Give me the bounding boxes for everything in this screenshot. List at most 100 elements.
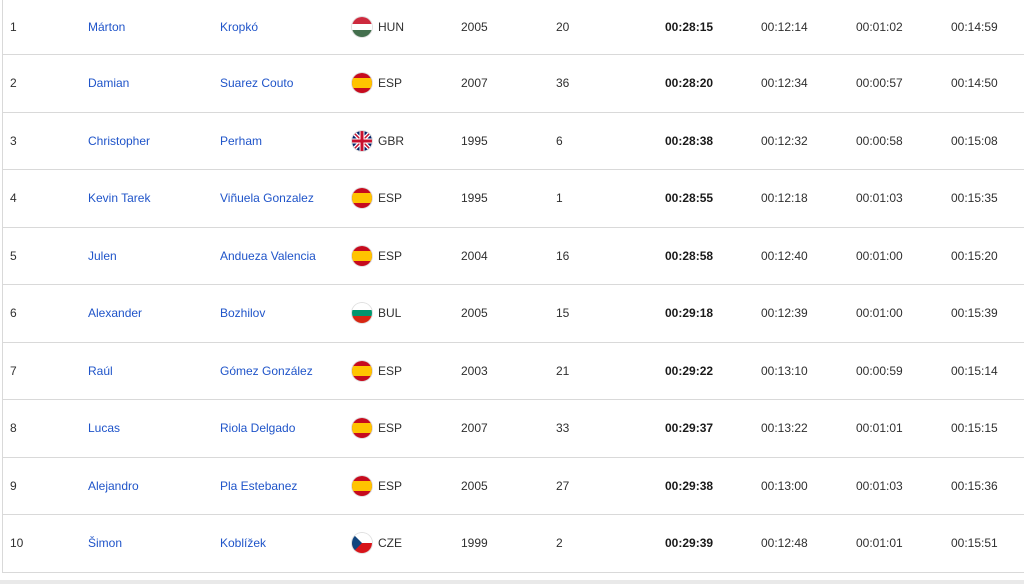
first-name-link[interactable]: Márton	[88, 20, 125, 34]
split-2: 00:01:02	[856, 20, 903, 34]
first-name-link[interactable]: Damian	[88, 76, 129, 90]
split-1: 00:12:18	[761, 191, 808, 206]
first-name-link[interactable]: Christopher	[88, 134, 150, 148]
birth-year: 2005	[461, 20, 488, 34]
split-2: 00:00:58	[856, 133, 903, 148]
last-name-link[interactable]: Riola Delgado	[220, 421, 295, 435]
bib-number: 16	[556, 248, 570, 263]
rank-cell: 2	[10, 76, 17, 91]
first-name-link[interactable]: Kevin Tarek	[88, 191, 150, 205]
birth-year: 2003	[461, 363, 488, 378]
country-code: HUN	[378, 20, 404, 34]
birth-year: 2005	[461, 306, 488, 321]
split-1: 00:12:34	[761, 76, 808, 91]
bib-number: 27	[556, 478, 570, 493]
split-3: 00:14:50	[951, 76, 998, 91]
first-name-link[interactable]: Raúl	[88, 364, 113, 378]
rank-cell: 5	[10, 248, 17, 263]
total-time: 00:29:39	[665, 536, 714, 551]
esp-flag-icon	[352, 73, 372, 94]
split-3: 00:15:20	[951, 248, 998, 263]
table-row: 9 Alejandro Pla Estebanez ESP 2005 27 00…	[3, 458, 1024, 515]
last-name-link[interactable]: Kropkó	[220, 20, 258, 34]
first-name-link[interactable]: Lucas	[88, 421, 120, 435]
last-name-link[interactable]: Bozhilov	[220, 306, 265, 320]
first-name-link[interactable]: Šimon	[88, 536, 122, 550]
country-code: ESP	[378, 76, 403, 91]
table-row: 5 Julen Andueza Valencia ESP 2004 16 00:…	[3, 228, 1024, 285]
birth-year: 1995	[461, 133, 488, 148]
country-code: ESP	[378, 478, 403, 493]
split-1: 00:13:10	[761, 363, 808, 378]
rank-cell: 6	[10, 306, 17, 321]
table-row: 2 Damian Suarez Couto ESP 2007 36 00:28:…	[3, 55, 1024, 113]
split-1: 00:12:32	[761, 133, 808, 148]
last-name-link[interactable]: Suarez Couto	[220, 76, 293, 90]
split-3: 00:14:59	[951, 20, 998, 34]
total-time: 00:28:55	[665, 191, 714, 206]
first-name-link[interactable]: Alejandro	[88, 479, 139, 493]
table-row: 1 Márton Kropkó HUN 2005 20 00:28:15 00:…	[3, 0, 1024, 55]
first-name-link[interactable]: Julen	[88, 249, 117, 263]
table-row: 10 Šimon Koblížek CZE 1999 2 00:29:39 00…	[3, 515, 1024, 573]
last-name-link[interactable]: Andueza Valencia	[220, 249, 316, 263]
total-time: 00:29:38	[665, 478, 714, 493]
last-name-link[interactable]: Koblížek	[220, 536, 266, 550]
table-row: 7 Raúl Gómez González ESP 2003 21 00:29:…	[3, 343, 1024, 400]
table-row: 6 Alexander Bozhilov BUL 2005 15 00:29:1…	[3, 285, 1024, 343]
total-time: 00:29:22	[665, 363, 714, 378]
country-code: ESP	[378, 248, 403, 263]
total-time: 00:28:58	[665, 248, 714, 263]
last-name-link[interactable]: Perham	[220, 134, 262, 148]
bib-number: 1	[556, 191, 563, 206]
gbr-flag-icon	[352, 130, 372, 151]
bib-number: 15	[556, 306, 570, 321]
country-code: ESP	[378, 191, 403, 206]
horizontal-scrollbar[interactable]	[0, 580, 1024, 584]
split-1: 00:13:22	[761, 421, 808, 436]
total-time: 00:28:20	[665, 76, 714, 91]
rank-cell: 7	[10, 363, 17, 378]
split-3: 00:15:14	[951, 363, 998, 378]
country-code: ESP	[378, 421, 403, 436]
split-2: 00:01:00	[856, 248, 903, 263]
esp-flag-icon	[352, 360, 372, 381]
country-code: CZE	[378, 536, 402, 551]
birth-year: 2007	[461, 421, 488, 436]
rank-cell: 3	[10, 133, 17, 148]
bib-number: 6	[556, 133, 563, 148]
bib-number: 21	[556, 363, 570, 378]
split-2: 00:01:01	[856, 536, 903, 551]
birth-year: 2004	[461, 248, 488, 263]
split-2: 00:01:00	[856, 306, 903, 321]
birth-year: 1999	[461, 536, 488, 551]
split-3: 00:15:51	[951, 536, 998, 551]
split-2: 00:00:59	[856, 363, 903, 378]
split-1: 00:12:14	[761, 20, 808, 34]
split-3: 00:15:15	[951, 421, 998, 436]
bul-flag-icon	[352, 303, 372, 324]
last-name-link[interactable]: Gómez González	[220, 364, 313, 378]
hun-flag-icon	[352, 17, 372, 37]
table-row: 8 Lucas Riola Delgado ESP 2007 33 00:29:…	[3, 400, 1024, 458]
first-name-link[interactable]: Alexander	[88, 306, 142, 320]
split-1: 00:12:40	[761, 248, 808, 263]
split-3: 00:15:35	[951, 191, 998, 206]
bib-number: 20	[556, 20, 570, 34]
rank-cell: 1	[10, 20, 17, 34]
bib-number: 2	[556, 536, 563, 551]
total-time: 00:28:38	[665, 133, 714, 148]
esp-flag-icon	[352, 245, 372, 266]
split-2: 00:00:57	[856, 76, 903, 91]
birth-year: 1995	[461, 191, 488, 206]
rank-cell: 9	[10, 478, 17, 493]
country-code: ESP	[378, 363, 403, 378]
cze-flag-icon	[352, 533, 372, 554]
total-time: 00:29:18	[665, 306, 714, 321]
split-1: 00:12:48	[761, 536, 808, 551]
last-name-link[interactable]: Viñuela Gonzalez	[220, 191, 314, 205]
birth-year: 2005	[461, 478, 488, 493]
esp-flag-icon	[352, 418, 372, 439]
last-name-link[interactable]: Pla Estebanez	[220, 479, 297, 493]
split-1: 00:13:00	[761, 478, 808, 493]
